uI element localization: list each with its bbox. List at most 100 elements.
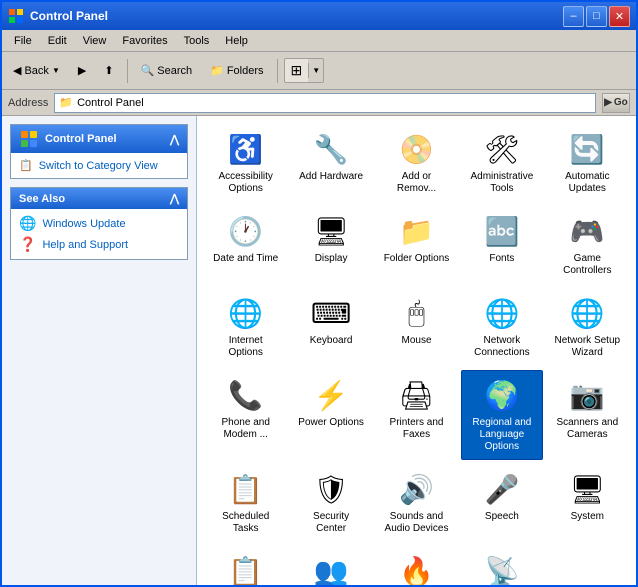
icon-item-game-controllers[interactable]: 🎮Game Controllers [547, 206, 628, 284]
windows-update-label: Windows Update [42, 218, 125, 230]
icon-item-speech[interactable]: 🎤Speech [461, 464, 542, 542]
folders-label: Folders [227, 65, 264, 77]
back-button[interactable]: ◀ Back ▼ [6, 60, 67, 81]
menu-view[interactable]: View [75, 33, 115, 49]
icon-item-mouse[interactable]: 🖱Mouse [376, 288, 457, 366]
switch-view-link[interactable]: 📋 Switch to Category View [19, 159, 179, 172]
game-controllers-label: Game Controllers [563, 253, 611, 277]
go-label: Go [614, 97, 628, 108]
fonts-icon: 🔤 [484, 213, 520, 249]
icon-item-admin-tools[interactable]: 🛠Administrative Tools [461, 124, 542, 202]
views-button[interactable]: ⊞ ▼ [284, 58, 325, 83]
icon-item-system[interactable]: 🖥System [547, 464, 628, 542]
search-button[interactable]: 🔍 Search [134, 60, 200, 81]
menu-tools[interactable]: Tools [176, 33, 218, 49]
icon-item-regional-language[interactable]: 🌍Regional and Language Options [461, 370, 542, 460]
icon-item-sounds-audio[interactable]: 🔊Sounds and Audio Devices [376, 464, 457, 542]
scheduled-tasks-icon: 📋 [228, 471, 264, 507]
icon-item-fonts[interactable]: 🔤Fonts [461, 206, 542, 284]
icon-item-display[interactable]: 🖥Display [290, 206, 371, 284]
control-panel-icon [19, 129, 39, 149]
icon-item-folder-options[interactable]: 📁Folder Options [376, 206, 457, 284]
minimize-button[interactable]: – [563, 6, 584, 27]
icon-item-accessibility[interactable]: ♿Accessibility Options [205, 124, 286, 202]
power-options-icon: ⚡ [313, 377, 349, 413]
mouse-label: Mouse [401, 335, 431, 347]
search-icon: 🔍 [141, 64, 155, 77]
speech-label: Speech [485, 511, 519, 523]
network-setup-label: Network Setup Wizard [555, 335, 621, 359]
printers-faxes-label: Printers and Faxes [390, 417, 444, 441]
icon-item-phone-modem[interactable]: 📞 Phone and Modem ... [205, 370, 286, 460]
internet-options-label: Internet Options [228, 335, 262, 359]
network-connections-icon: 🌐 [484, 295, 520, 331]
icon-item-network-connections[interactable]: 🌐Network Connections [461, 288, 542, 366]
close-button[interactable]: ✕ [609, 6, 630, 27]
up-icon: ⬆ [104, 64, 113, 77]
add-remove-label: Add or Remov... [397, 171, 436, 195]
icon-item-wireless-setup[interactable]: 📡Wireless Network Set... [461, 546, 542, 585]
window-icon [8, 8, 24, 24]
sidebar-see-also-body: 🌐 Windows Update ❓ Help and Support [11, 209, 187, 259]
see-also-collapse-icon[interactable]: ⋀ [170, 192, 179, 205]
views-icon[interactable]: ⊞ [285, 59, 309, 82]
internet-options-icon: 🌐 [228, 295, 264, 331]
icon-item-scanners-cameras[interactable]: 📷Scanners and Cameras [547, 370, 628, 460]
auto-updates-icon: 🔄 [569, 131, 605, 167]
user-accounts-icon: 👥 [313, 553, 349, 585]
menu-help[interactable]: Help [217, 33, 256, 49]
icon-item-user-accounts[interactable]: 👥User Accounts [290, 546, 371, 585]
menu-bar: File Edit View Favorites Tools Help [2, 30, 636, 52]
add-hardware-icon: 🔧 [313, 131, 349, 167]
icon-item-network-setup[interactable]: 🌐 Network Setup Wizard [547, 288, 628, 366]
folders-icon: 📁 [210, 64, 224, 77]
regional-language-icon: 🌍 [484, 377, 520, 413]
icon-item-scheduled-tasks[interactable]: 📋Scheduled Tasks [205, 464, 286, 542]
address-value: Control Panel [77, 97, 144, 109]
up-button[interactable]: ⬆ [97, 60, 120, 81]
views-dropdown-icon[interactable]: ▼ [308, 63, 323, 78]
folders-button[interactable]: 📁 Folders [203, 60, 270, 81]
sounds-audio-label: Sounds and Audio Devices [385, 511, 449, 535]
menu-favorites[interactable]: Favorites [114, 33, 175, 49]
maximize-button[interactable]: □ [586, 6, 607, 27]
icon-item-internet-options[interactable]: 🌐 Internet Options [205, 288, 286, 366]
sidebar-control-panel-section: Control Panel ⋀ 📋 Switch to Category Vie… [10, 124, 188, 179]
windows-update-link[interactable]: 🌐 Windows Update [19, 215, 179, 232]
security-center-icon: 🛡 [313, 471, 349, 507]
icon-item-auto-updates[interactable]: 🔄Automatic Updates [547, 124, 628, 202]
icon-item-security-center[interactable]: 🛡Security Center [290, 464, 371, 542]
panel-collapse-icon[interactable]: ⋀ [170, 133, 179, 146]
add-hardware-label: Add Hardware [299, 171, 363, 183]
folder-options-icon: 📁 [398, 213, 434, 249]
sidebar-see-also-header[interactable]: See Also ⋀ [11, 188, 187, 209]
display-icon: 🖥 [313, 213, 349, 249]
forward-icon: ▶ [78, 64, 86, 77]
icon-item-keyboard[interactable]: ⌨Keyboard [290, 288, 371, 366]
icon-item-add-hardware[interactable]: 🔧 Add Hardware [290, 124, 371, 202]
sidebar-panel-title: Control Panel [19, 129, 117, 149]
icon-item-date-time[interactable]: 🕐Date and Time [205, 206, 286, 284]
icon-item-add-remove[interactable]: 📀Add or Remov... [376, 124, 457, 202]
keyboard-icon: ⌨ [313, 295, 349, 331]
help-support-label: Help and Support [42, 239, 128, 251]
go-button[interactable]: ▶ Go [602, 93, 630, 113]
network-setup-icon: 🌐 [569, 295, 605, 331]
icon-item-windows-firewall[interactable]: 🔥Windows Firewall [376, 546, 457, 585]
help-support-icon: ❓ [19, 236, 36, 253]
icon-item-printers-faxes[interactable]: 🖨Printers and Faxes [376, 370, 457, 460]
windows-update-icon: 🌐 [19, 215, 36, 232]
menu-edit[interactable]: Edit [40, 33, 75, 49]
scanners-cameras-icon: 📷 [569, 377, 605, 413]
icon-item-power-options[interactable]: ⚡Power Options [290, 370, 371, 460]
icon-item-taskbar-start[interactable]: 📋Taskbar and Start Menu [205, 546, 286, 585]
phone-modem-icon: 📞 [228, 377, 264, 413]
date-time-label: Date and Time [213, 253, 278, 265]
phone-modem-label: Phone and Modem ... [222, 417, 270, 441]
help-support-link[interactable]: ❓ Help and Support [19, 236, 179, 253]
menu-file[interactable]: File [6, 33, 40, 49]
sidebar-panel-header[interactable]: Control Panel ⋀ [11, 125, 187, 153]
accessibility-label: Accessibility Options [218, 171, 272, 195]
forward-button[interactable]: ▶ [71, 60, 93, 81]
switch-view-label: Switch to Category View [39, 160, 158, 172]
